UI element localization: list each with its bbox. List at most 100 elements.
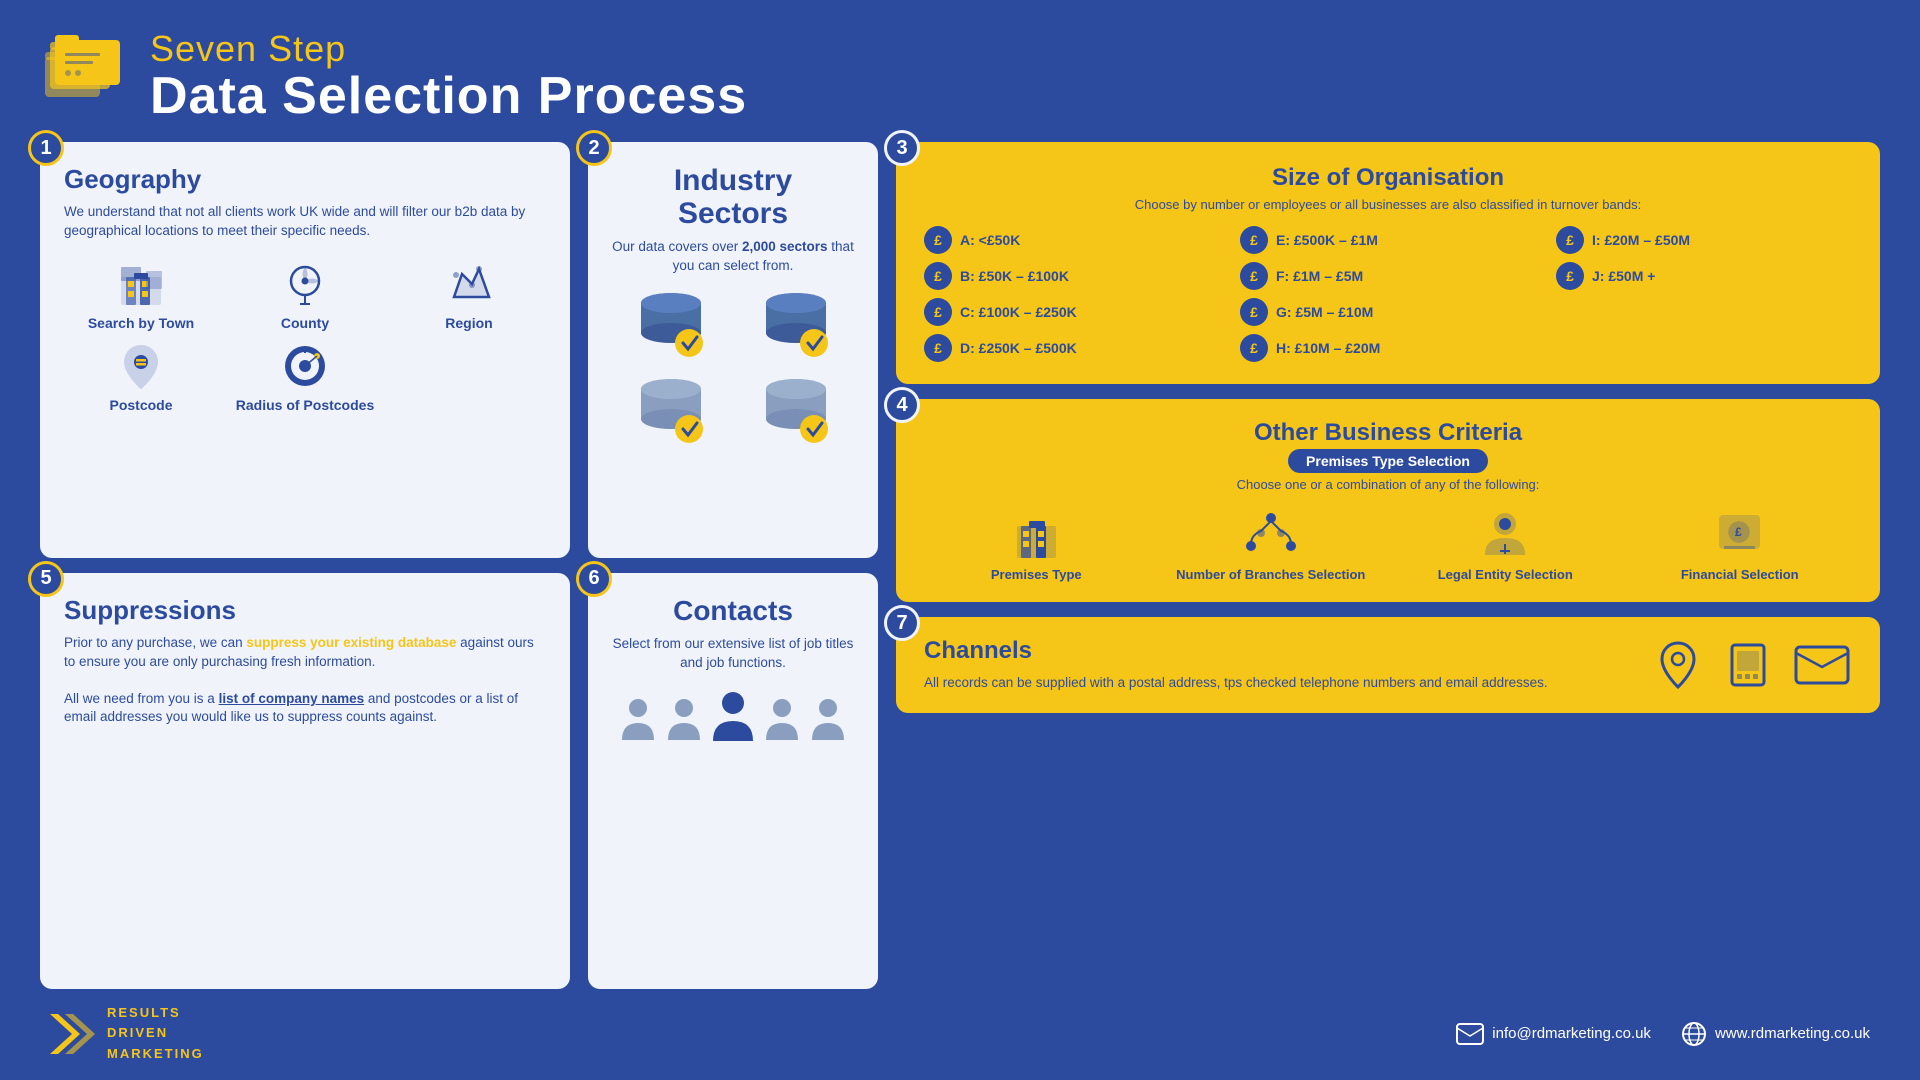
size-item-j: £ J: £50M +: [1556, 262, 1852, 290]
step5-desc2: All we need from you is a list of compan…: [64, 690, 546, 728]
step3-badge: 3: [884, 130, 920, 166]
website-url: www.rdmarketing.co.uk: [1715, 1025, 1870, 1042]
criteria-legal-label: Legal Entity Selection: [1438, 567, 1573, 582]
criteria-financial-label: Financial Selection: [1681, 567, 1799, 582]
step2-card: 2 IndustrySectors Our data covers over 2…: [588, 142, 878, 558]
globe-footer-icon: [1681, 1021, 1707, 1047]
step2-desc: Our data covers over 2,000 sectors that …: [612, 238, 854, 276]
criteria-branches: Number of Branches Selection: [1159, 506, 1384, 582]
size-item-a: £ A: <£50K: [924, 226, 1220, 254]
premises-icon: [1009, 506, 1064, 561]
step7-badge: 7: [884, 605, 920, 641]
db-icon-4: [737, 374, 854, 449]
header: Seven Step Data Selection Process: [40, 28, 1880, 122]
town-icon: [116, 259, 166, 309]
legal-icon: [1478, 506, 1533, 561]
size-item-i: £ I: £20M – £50M: [1556, 226, 1852, 254]
step4-badge-label: Premises Type Selection: [1288, 449, 1488, 473]
step3-card: 3 Size of Organisation Choose by number …: [896, 142, 1880, 384]
geo-label-town: Search by Town: [88, 315, 194, 331]
header-text: Seven Step Data Selection Process: [150, 28, 747, 122]
step1-desc: We understand that not all clients work …: [64, 203, 546, 241]
footer: RESULTS DRIVEN MARKETING info@rdmarketin…: [40, 1003, 1880, 1065]
region-icon: [444, 259, 494, 309]
db-icon-2: [737, 291, 854, 366]
step1-badge: 1: [28, 130, 64, 166]
channel-icons: [1652, 639, 1852, 691]
header-subtitle: Seven Step: [150, 28, 747, 70]
contact-info: info@rdmarketing.co.uk www.rdmarketing.c…: [1456, 1021, 1870, 1047]
step1-card: 1 Geography We understand that not all c…: [40, 142, 570, 558]
step4-criteria-grid: Premises Type Number of Branches Select: [924, 506, 1852, 582]
email-channel-icon: [1792, 643, 1852, 687]
step4-card: 4 Other Business Criteria Premises Type …: [896, 399, 1880, 602]
step6-desc: Select from our extensive list of job ti…: [612, 635, 854, 673]
person-icon-1: [618, 695, 658, 747]
size-item-g: £ G: £5M – £10M: [1240, 298, 1536, 326]
size-item-e: £ E: £500K – £1M: [1240, 226, 1536, 254]
person-icon-3: [762, 695, 802, 747]
geo-item-postcode: Postcode: [64, 341, 218, 413]
criteria-financial: £ Financial Selection: [1628, 506, 1853, 582]
header-title: Data Selection Process: [150, 70, 747, 122]
svg-text:£: £: [1735, 525, 1742, 539]
postcode-icon: [116, 341, 166, 391]
branches-icon: [1241, 506, 1301, 561]
step3-title: Size of Organisation: [924, 164, 1852, 192]
step5-title: Suppressions: [64, 595, 546, 626]
step7-title: Channels: [924, 637, 1622, 665]
step4-desc: Choose one or a combination of any of th…: [924, 477, 1852, 492]
size-item-b: £ B: £50K – £100K: [924, 262, 1220, 290]
step1-geo-grid: Search by Town County: [64, 259, 546, 413]
geo-item-region: Region: [392, 259, 546, 331]
email-footer-icon: [1456, 1023, 1484, 1045]
radius-icon: [280, 341, 330, 391]
geo-label-postcode: Postcode: [109, 397, 172, 413]
header-icon: [40, 35, 130, 115]
step2-badge: 2: [576, 130, 612, 166]
step7-card: 7 Channels All records can be supplied w…: [896, 617, 1880, 713]
website-contact: www.rdmarketing.co.uk: [1681, 1021, 1870, 1047]
logo-text: RESULTS DRIVEN MARKETING: [107, 1003, 204, 1065]
db-icon-1: [612, 291, 729, 366]
rdm-logo-chevron: [50, 1014, 95, 1054]
step6-card: 6 Contacts Select from our extensive lis…: [588, 573, 878, 989]
email-contact: info@rdmarketing.co.uk: [1456, 1023, 1651, 1045]
email-address: info@rdmarketing.co.uk: [1492, 1025, 1651, 1042]
size-item-h: £ H: £10M – £20M: [1240, 334, 1536, 362]
step1-title: Geography: [64, 164, 546, 195]
geo-item-radius: Radius of Postcodes: [228, 341, 382, 413]
person-icon-4: [808, 695, 848, 747]
person-icon-center: [710, 689, 756, 747]
step4-badge: 4: [884, 387, 920, 423]
geo-label-radius: Radius of Postcodes: [236, 397, 374, 413]
step6-title: Contacts: [612, 595, 854, 627]
county-icon: [280, 259, 330, 309]
criteria-legal: Legal Entity Selection: [1393, 506, 1618, 582]
step5-badge: 5: [28, 561, 64, 597]
step5-desc1: Prior to any purchase, we can suppress y…: [64, 634, 546, 672]
criteria-premises-label: Premises Type: [991, 567, 1082, 582]
size-item-d: £ D: £250K – £500K: [924, 334, 1220, 362]
step6-badge: 6: [576, 561, 612, 597]
size-item-c: £ C: £100K – £250K: [924, 298, 1220, 326]
geo-label-region: Region: [445, 315, 492, 331]
step4-title: Other Business Criteria: [924, 419, 1852, 447]
criteria-branches-label: Number of Branches Selection: [1176, 567, 1365, 582]
geo-label-county: County: [281, 315, 329, 331]
geo-item-county: County: [228, 259, 382, 331]
criteria-premises: Premises Type: [924, 506, 1149, 582]
step5-card: 5 Suppressions Prior to any purchase, we…: [40, 573, 570, 989]
step7-desc: All records can be supplied with a posta…: [924, 673, 1622, 693]
step7-content: Channels All records can be supplied wit…: [924, 637, 1622, 693]
financial-icon: £: [1712, 506, 1767, 561]
db-icon-3: [612, 374, 729, 449]
person-icon-2: [664, 695, 704, 747]
logo-area: RESULTS DRIVEN MARKETING: [50, 1003, 204, 1065]
size-item-f: £ F: £1M – £5M: [1240, 262, 1536, 290]
geo-item-town: Search by Town: [64, 259, 218, 331]
step3-grid: £ A: <£50K £ E: £500K – £1M £ I: £20M – …: [924, 226, 1852, 362]
step2-title: IndustrySectors: [612, 164, 854, 230]
telephone-channel-icon: [1722, 639, 1774, 691]
location-channel-icon: [1652, 639, 1704, 691]
